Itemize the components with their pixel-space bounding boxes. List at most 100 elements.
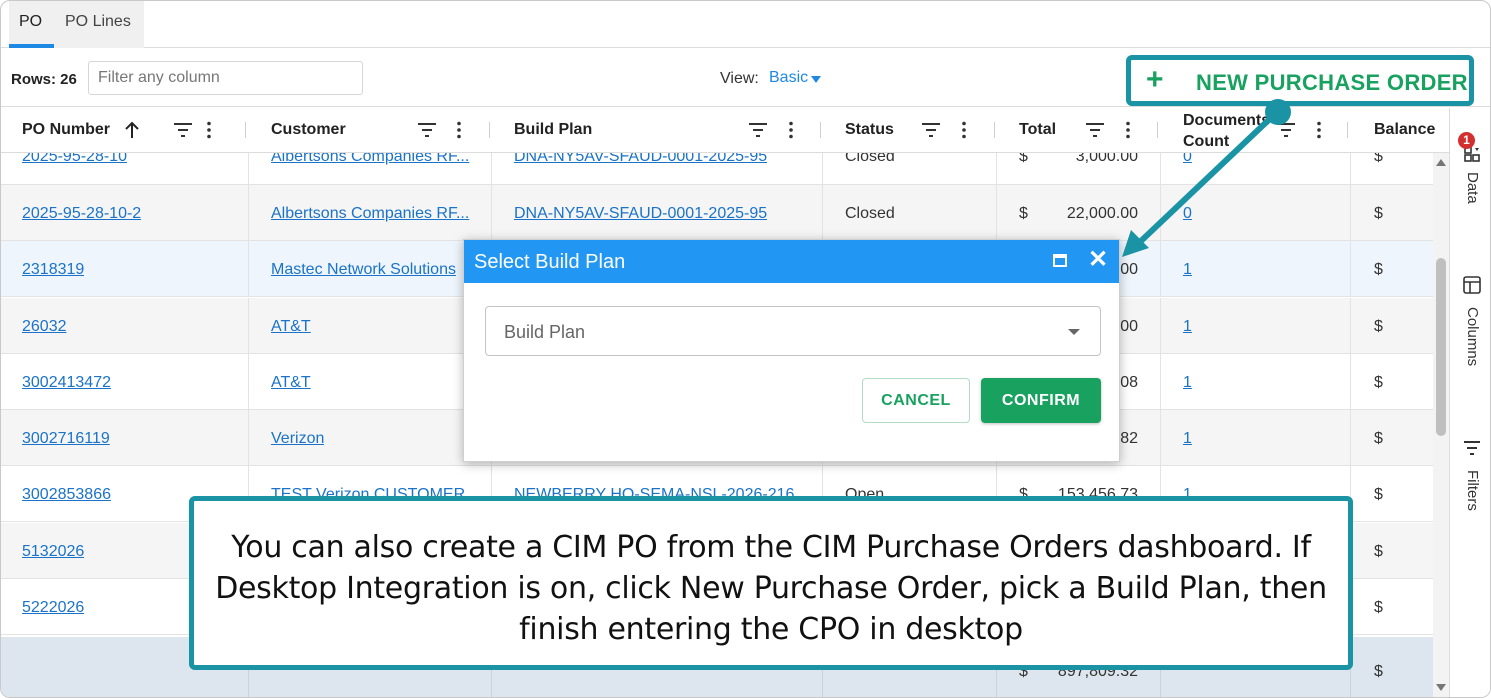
build-plan-link[interactable]: DNA-NY5AV-SFAUD-0001-2025-95: [514, 153, 767, 166]
build-plan-select[interactable]: Build Plan: [485, 306, 1101, 356]
column-resize-handle[interactable]: [489, 122, 490, 138]
po-number-link[interactable]: 26032: [22, 318, 67, 336]
column-header-documents-count[interactable]: Documents Count: [1161, 108, 1351, 153]
chevron-down-icon[interactable]: [1068, 329, 1080, 335]
filter-icon[interactable]: [417, 121, 437, 139]
close-icon[interactable]: ✕: [1088, 248, 1108, 272]
column-menu-icon[interactable]: [961, 121, 967, 139]
column-label: Total: [1019, 121, 1057, 138]
tab-po-lines[interactable]: PO Lines: [65, 13, 131, 31]
column-label: Status: [845, 121, 894, 138]
side-tab-filters[interactable]: Filters: [1450, 438, 1490, 558]
column-resize-handle[interactable]: [245, 122, 246, 138]
side-tab-label: Columns: [1464, 307, 1481, 367]
documents-count-link[interactable]: 0: [1183, 153, 1192, 166]
confirm-button[interactable]: CONFIRM: [981, 378, 1101, 423]
status-text: Closed: [845, 153, 895, 165]
column-label: Documents Count: [1183, 112, 1271, 150]
column-label: Customer: [271, 121, 346, 138]
customer-link[interactable]: Albertsons Companies RF...: [271, 205, 471, 223]
po-number-link[interactable]: 3002716119: [22, 430, 110, 448]
column-header-po-number[interactable]: PO Number: [1, 108, 249, 153]
column-menu-icon[interactable]: [206, 121, 212, 139]
customer-link[interactable]: Albertsons Companies RF...: [271, 153, 471, 166]
filter-icon[interactable]: [173, 121, 193, 139]
po-number-link[interactable]: 3002413472: [22, 374, 111, 392]
column-header-build-plan[interactable]: Build Plan: [492, 108, 823, 153]
side-tab-label: Data: [1464, 172, 1481, 204]
status-text: Closed: [845, 205, 895, 222]
po-number-link[interactable]: 5132026: [22, 543, 84, 561]
app-window: PO PO Lines Rows: 26 View: Basic PO Numb…: [0, 0, 1491, 698]
documents-count-link[interactable]: 1: [1183, 318, 1192, 336]
po-number-link[interactable]: 2318319: [22, 261, 84, 279]
tab-bar: PO PO Lines: [1, 1, 1490, 48]
dialog-header: Select Build Plan ✕: [464, 240, 1119, 283]
new-purchase-order-button[interactable]: + NEW PURCHASE ORDER: [1138, 63, 1468, 98]
column-resize-handle[interactable]: [1157, 122, 1158, 138]
plus-icon: +: [1146, 63, 1164, 96]
customer-link[interactable]: AT&T: [271, 374, 311, 392]
balance-value: $: [1374, 543, 1383, 560]
view-label: View:: [720, 70, 759, 87]
build-plan-placeholder: Build Plan: [504, 322, 586, 342]
new-purchase-order-highlight: + NEW PURCHASE ORDER: [1126, 55, 1474, 106]
column-header-balance[interactable]: Balance: [1351, 108, 1449, 153]
filter-icon[interactable]: [1276, 121, 1296, 139]
cancel-button[interactable]: CANCEL: [862, 378, 970, 423]
table-row[interactable]: 2025-95-28-10 Albertsons Companies RF...…: [1, 153, 1433, 185]
column-resize-handle[interactable]: [1347, 122, 1348, 138]
column-menu-icon[interactable]: [456, 121, 462, 139]
vertical-scrollbar[interactable]: [1433, 153, 1449, 697]
table-row[interactable]: 2025-95-28-10-2 Albertsons Companies RF.…: [1, 185, 1433, 241]
active-tab-indicator: [9, 44, 54, 48]
customer-link[interactable]: AT&T: [271, 318, 311, 336]
grid-header: PO Number Customer Build Plan Status Tot…: [1, 108, 1449, 153]
filter-icon[interactable]: [921, 121, 941, 139]
documents-count-link[interactable]: 1: [1183, 261, 1192, 279]
filter-any-column-input[interactable]: [88, 61, 363, 95]
documents-count-link[interactable]: 1: [1183, 374, 1192, 392]
callout-text: You can also create a CIM PO from the CI…: [215, 530, 1327, 647]
po-number-link[interactable]: 5222026: [22, 599, 84, 617]
side-tab-data[interactable]: 1 Data: [1450, 132, 1490, 256]
select-build-plan-dialog: Select Build Plan ✕ Build Plan CANCEL CO…: [463, 239, 1120, 462]
column-label: Build Plan: [514, 121, 593, 138]
tab-po[interactable]: PO: [19, 13, 42, 31]
scroll-up-icon[interactable]: [1436, 159, 1446, 166]
totals-balance-value: $: [1374, 663, 1383, 680]
balance-value: $: [1374, 430, 1383, 447]
po-number-link[interactable]: 3002853866: [22, 486, 111, 504]
total-value: 22,000.00: [1066, 205, 1138, 222]
column-menu-icon[interactable]: [788, 121, 794, 139]
sort-ascending-icon[interactable]: [122, 121, 142, 139]
scrollbar-thumb[interactable]: [1436, 258, 1446, 436]
column-header-customer[interactable]: Customer: [249, 108, 492, 153]
filter-icon[interactable]: [748, 121, 768, 139]
balance-value: $: [1374, 318, 1383, 335]
column-resize-handle[interactable]: [820, 122, 821, 138]
side-tab-columns[interactable]: Columns: [1450, 273, 1490, 393]
build-plan-link[interactable]: DNA-NY5AV-SFAUD-0001-2025-95: [514, 205, 767, 223]
column-resize-handle[interactable]: [994, 122, 995, 138]
customer-link[interactable]: Mastec Network Solutions: [271, 261, 471, 279]
column-header-total[interactable]: Total: [997, 108, 1161, 153]
maximize-icon[interactable]: [1053, 254, 1067, 267]
column-header-status[interactable]: Status: [823, 108, 997, 153]
balance-value: $: [1374, 205, 1383, 222]
column-menu-icon[interactable]: [1316, 121, 1322, 139]
po-number-link[interactable]: 2025-95-28-10-2: [22, 205, 141, 223]
view-caret-down-icon[interactable]: [811, 76, 821, 83]
po-number-link[interactable]: 2025-95-28-10: [22, 153, 127, 166]
balance-value: $: [1374, 153, 1383, 165]
documents-count-link[interactable]: 0: [1183, 205, 1192, 223]
data-badge: 1: [1458, 132, 1475, 149]
scroll-down-icon[interactable]: [1436, 684, 1446, 691]
view-selector[interactable]: Basic: [769, 69, 808, 87]
documents-count-link[interactable]: 1: [1183, 430, 1192, 448]
customer-link[interactable]: Verizon: [271, 430, 324, 448]
currency-symbol: $: [1019, 153, 1028, 165]
new-purchase-order-label: NEW PURCHASE ORDER: [1196, 70, 1468, 95]
column-menu-icon[interactable]: [1125, 121, 1131, 139]
filter-icon[interactable]: [1085, 121, 1105, 139]
